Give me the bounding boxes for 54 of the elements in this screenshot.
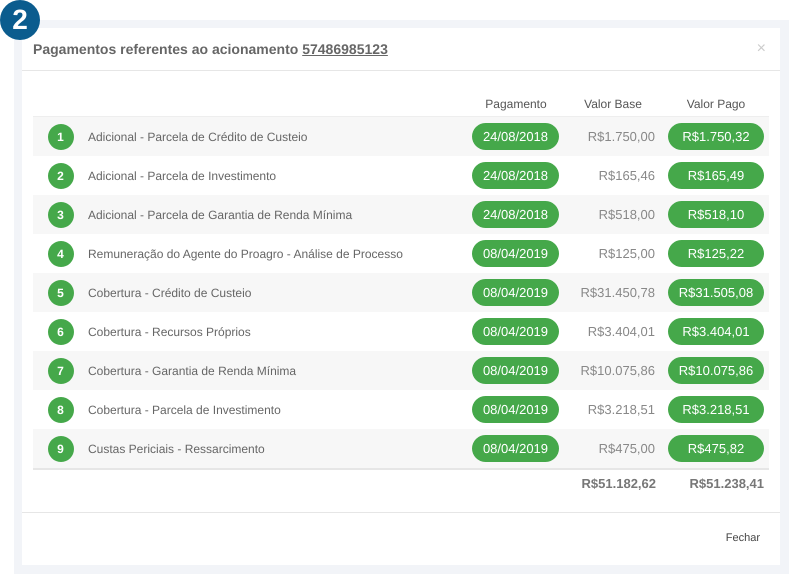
- date-pill: 08/04/2019: [472, 435, 559, 462]
- table-cell-text: Adicional - Parcela de Garantia de Renda Mínima: [88, 206, 354, 224]
- table-cell-text: R$3.218,51: [586, 400, 656, 419]
- date-pill: 08/04/2019: [472, 240, 559, 267]
- total-base-value: R$51.182,62: [580, 475, 656, 494]
- date-pill: 08/04/2019: [472, 279, 559, 306]
- total-paid-value: R$51.238,41: [688, 475, 764, 494]
- table-cell-text: Cobertura - Crédito de Custeio: [88, 284, 252, 302]
- modal-title: Pagamentos referentes ao acionamento 57486985123: [33, 40, 388, 59]
- table-cell-text: R$165,46: [598, 166, 656, 185]
- value-pill: R$31.505,08: [668, 279, 764, 306]
- row-number: 5: [48, 280, 74, 306]
- value-pill: R$518,10: [668, 201, 764, 228]
- table-cell-text: R$31.450,78: [580, 284, 656, 302]
- table-cell-text: Cobertura - Garantia de Renda Mínima: [88, 362, 298, 380]
- value-pill: R$125,22: [668, 240, 764, 267]
- row-number: 1: [48, 124, 74, 150]
- column-header: Valor Base: [583, 96, 643, 113]
- row-number: 7: [48, 358, 74, 384]
- date-pill: 24/08/2018: [472, 201, 559, 228]
- table-cell-text: Remuneração do Agente do Proagro - Análise de Processo: [88, 246, 404, 262]
- close-text-button[interactable]: Fechar: [726, 530, 760, 546]
- table-cell-text: R$3.404,01: [586, 322, 656, 341]
- table-cell-text: R$1.750,00: [586, 128, 656, 146]
- date-pill: 08/04/2019: [472, 396, 559, 423]
- row-number: 2: [48, 162, 74, 188]
- table-cell-text: Cobertura - Parcela de Investimento: [88, 402, 282, 418]
- table-cell-text: Cobertura - Recursos Próprios: [88, 324, 252, 340]
- value-pill: R$165,49: [668, 162, 764, 189]
- value-pill: R$3.218,51: [668, 396, 764, 423]
- row-number: 3: [48, 202, 74, 228]
- row-number: 8: [48, 396, 74, 422]
- reference-link[interactable]: 57486985123: [302, 40, 388, 56]
- table-cell-text: Adicional - Parcela de Crédito de Custeio: [88, 128, 308, 146]
- step-badge: 2: [0, 0, 40, 40]
- date-pill: 24/08/2018: [472, 162, 559, 189]
- table-cell-text: Custas Periciais - Ressarcimento: [88, 440, 266, 458]
- table-cell-text: Adicional - Parcela de Investimento: [88, 168, 278, 184]
- column-header: Valor Pago: [686, 96, 746, 113]
- value-pill: R$1.750,32: [668, 123, 764, 150]
- value-pill: R$10.075,86: [668, 357, 764, 384]
- column-header: Pagamento: [484, 96, 548, 113]
- date-pill: 24/08/2018: [472, 123, 559, 150]
- value-pill: R$475,82: [668, 435, 764, 462]
- table-cell-text: R$475,00: [598, 440, 656, 458]
- table-cell-text: R$518,00: [598, 206, 656, 224]
- date-pill: 08/04/2019: [472, 318, 559, 345]
- row-number: 6: [48, 318, 74, 344]
- value-pill: R$3.404,01: [668, 318, 764, 345]
- row-number: 9: [48, 436, 74, 462]
- date-pill: 08/04/2019: [472, 357, 559, 384]
- row-number: 4: [48, 240, 74, 266]
- table-cell-text: R$125,00: [598, 244, 656, 263]
- table-cell-text: R$10.075,86: [580, 362, 656, 380]
